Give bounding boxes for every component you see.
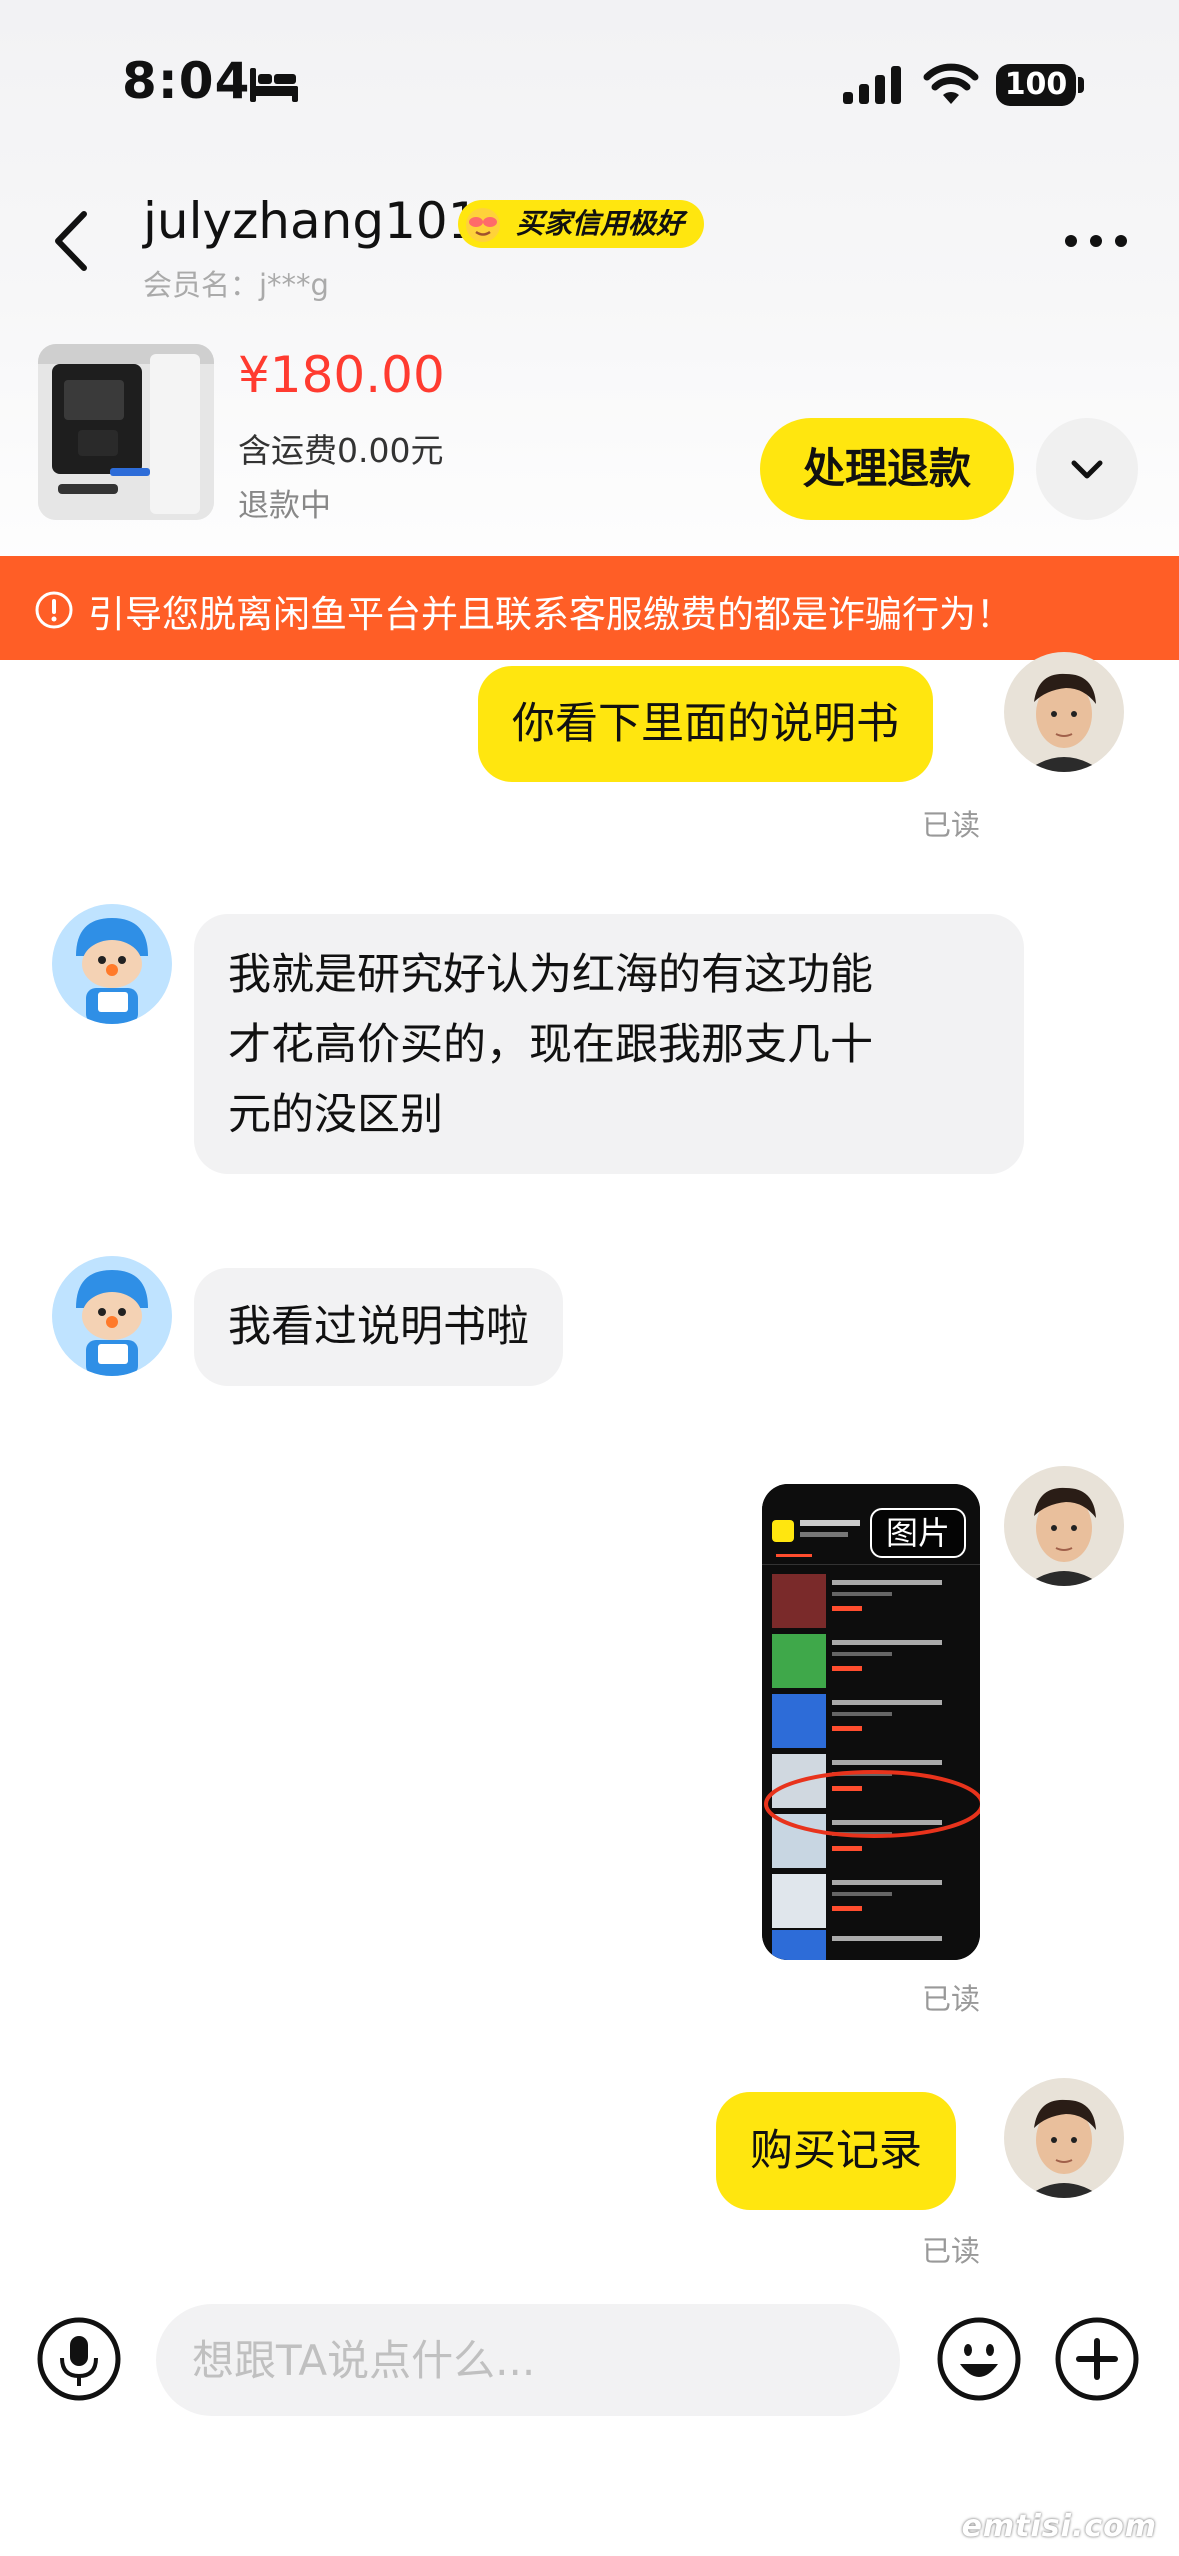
- my-avatar[interactable]: [1004, 2078, 1124, 2198]
- status-time: 8:04: [122, 52, 251, 110]
- wifi-icon: [923, 63, 979, 104]
- cellular-signal-icon: [843, 66, 901, 104]
- read-receipt: 已读: [922, 1982, 981, 2016]
- message-bubble-theirs[interactable]: 我看过说明书啦: [194, 1268, 563, 1386]
- buyer-avatar[interactable]: [52, 1256, 172, 1376]
- more-actions-button[interactable]: [1054, 2316, 1140, 2402]
- product-price: ¥180.00: [238, 346, 445, 404]
- handle-refund-button[interactable]: 处理退款: [760, 418, 1014, 520]
- message-line: 我就是研究好认为红海的有这功能: [228, 950, 873, 1000]
- buyer-avatar[interactable]: [52, 904, 172, 1024]
- read-receipt: 已读: [922, 2234, 981, 2268]
- watermark: emtisi.com: [961, 2509, 1157, 2544]
- more-options-icon[interactable]: [1062, 228, 1130, 254]
- chevron-down-icon: [1071, 460, 1103, 479]
- microphone-icon: [37, 2317, 121, 2401]
- battery-tip: [1078, 77, 1084, 93]
- my-avatar[interactable]: [1004, 652, 1124, 772]
- emoji-button[interactable]: [936, 2316, 1022, 2402]
- read-receipt: 已读: [922, 808, 981, 842]
- voice-input-button[interactable]: [36, 2316, 122, 2402]
- message-line: 元的没区别: [228, 1090, 443, 1140]
- member-name: 会员名：j***g: [143, 268, 329, 302]
- message-bubble-mine[interactable]: 你看下里面的说明书: [478, 666, 933, 782]
- plus-icon: [1055, 2317, 1139, 2401]
- chat-username[interactable]: julyzhang101: [143, 192, 480, 250]
- expand-order-button[interactable]: [1036, 418, 1138, 520]
- sleep-mode-icon: [250, 68, 298, 102]
- order-status: 退款中: [238, 488, 331, 524]
- warning-icon: [35, 591, 73, 629]
- message-input[interactable]: [156, 2304, 900, 2416]
- back-icon[interactable]: [48, 208, 96, 274]
- shipping-info: 含运费0.00元: [238, 431, 444, 470]
- warning-text: 引导您脱离闲鱼平台并且联系客服缴费的都是诈骗行为！: [88, 593, 1013, 636]
- my-avatar[interactable]: [1004, 1466, 1124, 1586]
- message-bubble-theirs[interactable]: 我就是研究好认为红海的有这功能 才花高价买的，现在跟我那支几十 元的没区别: [194, 914, 1024, 1174]
- image-label: 图片: [870, 1508, 967, 1558]
- message-line: 才花高价买的，现在跟我那支几十: [228, 1020, 873, 1070]
- battery-indicator: 100: [996, 64, 1076, 106]
- emoji-icon: [937, 2317, 1021, 2401]
- message-bubble-mine[interactable]: 购买记录: [716, 2092, 956, 2210]
- cool-face-icon: [466, 208, 500, 242]
- product-thumbnail[interactable]: [38, 344, 214, 520]
